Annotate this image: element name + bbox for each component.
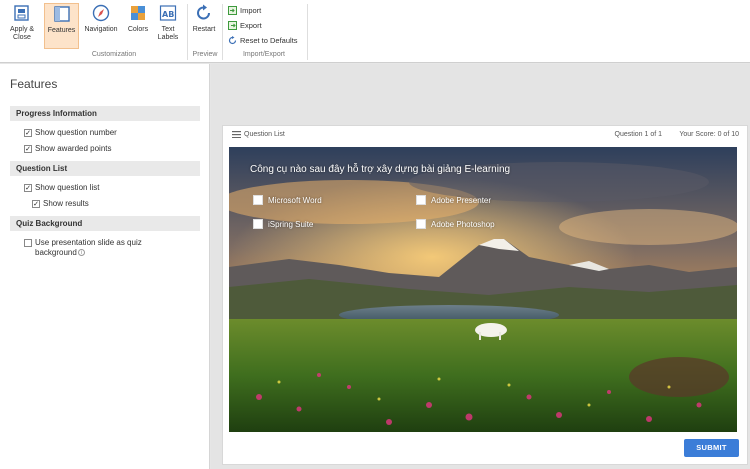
apply-close-button[interactable]: Apply & Close [4,3,40,49]
answer-checkbox[interactable] [253,219,263,229]
ribbon-divider [307,4,308,60]
ribbon-toolbar: Apply & Close Features Navigation Colors… [0,0,750,63]
score-display: Your Score: 0 of 10 [679,131,739,138]
checkbox-show-awarded-points[interactable] [24,145,32,153]
section-progress-information: Progress Information [10,106,200,121]
group-label-preview: Preview [192,51,218,58]
question-counter: Question 1 of 1 [614,131,662,138]
section-quiz-background: Quiz Background [10,216,200,231]
option-show-question-number[interactable]: Show question number [24,128,117,138]
landscape-image [229,147,737,432]
option-label: Show awarded points [35,144,112,153]
navigation-label: Navigation [84,26,118,33]
answer-option-3[interactable]: iSpring Suite [253,219,313,229]
quiz-slide-background: Công cụ nào sau đây hỗ trợ xây dựng bài … [229,147,737,432]
answer-checkbox[interactable] [416,195,426,205]
text-labels-button[interactable]: AB Text Labels [154,3,182,49]
colors-label: Colors [127,26,149,33]
group-label-import-export: Import/Export [242,51,285,58]
option-show-results[interactable]: Show results [32,199,89,209]
colors-button[interactable]: Colors [124,3,152,49]
text-labels-label: Text Labels [157,26,179,41]
option-label: Use presentation slide as quiz backgroun… [35,238,142,258]
features-icon [52,4,72,24]
option-show-question-list[interactable]: Show question list [24,183,99,193]
option-label: Show question number [35,128,117,137]
import-label: Import [240,6,262,15]
import-button[interactable]: Import [228,6,261,15]
answer-label: Microsoft Word [268,195,322,205]
option-use-slide-background[interactable]: Use presentation slide as quiz backgroun… [24,238,142,258]
reset-defaults-button[interactable]: Reset to Defaults [228,36,298,45]
colors-icon [128,3,148,23]
answer-label: iSpring Suite [268,219,314,229]
submit-button[interactable]: SUBMIT [684,439,739,457]
info-icon[interactable]: i [77,249,85,257]
option-label: Show results [43,199,89,208]
checkbox-show-question-number[interactable] [24,129,32,137]
features-panel: Features Progress Information Show quest… [0,64,210,469]
answer-checkbox[interactable] [416,219,426,229]
export-label: Export [240,21,262,30]
answer-option-1[interactable]: Microsoft Word [253,195,322,205]
navigation-icon [91,3,111,23]
reset-defaults-label: Reset to Defaults [240,36,298,45]
text-labels-icon: AB [158,3,178,23]
restart-label: Restart [192,26,216,33]
question-list-toggle[interactable]: Question List [232,131,285,138]
list-icon [232,131,241,138]
question-text: Công cụ nào sau đây hỗ trợ xây dựng bài … [250,164,511,175]
option-label-line2: background [35,248,77,257]
restart-button[interactable]: Restart [190,3,218,49]
section-question-list: Question List [10,161,200,176]
ribbon-divider [222,4,223,60]
navigation-button[interactable]: Navigation [81,3,121,49]
features-label: Features [47,27,76,34]
question-list-label: Question List [244,131,285,138]
quiz-header: Question List Question 1 of 1 Your Score… [223,126,747,146]
apply-close-label: Apply & Close [9,26,35,41]
answer-label: Adobe Presenter [431,195,492,205]
answer-label: Adobe Photoshop [431,219,495,229]
group-label-customization: Customization [91,51,137,58]
option-show-awarded-points[interactable]: Show awarded points [24,144,112,154]
export-icon [228,21,237,30]
answer-option-2[interactable]: Adobe Presenter [416,195,491,205]
restart-icon [194,3,214,23]
apply-close-icon [12,3,32,23]
import-icon [228,6,237,15]
option-label: Show question list [35,183,100,192]
answer-option-4[interactable]: Adobe Photoshop [416,219,495,229]
reset-icon [228,36,237,45]
checkbox-use-slide-background[interactable] [24,239,32,247]
export-button[interactable]: Export [228,21,262,30]
panel-title: Features [10,77,58,91]
checkbox-show-question-list[interactable] [24,184,32,192]
option-label-line1: Use presentation slide as quiz [35,238,142,247]
answer-checkbox[interactable] [253,195,263,205]
checkbox-show-results[interactable] [32,200,40,208]
features-button[interactable]: Features [44,3,79,49]
svg-text:AB: AB [162,10,174,19]
